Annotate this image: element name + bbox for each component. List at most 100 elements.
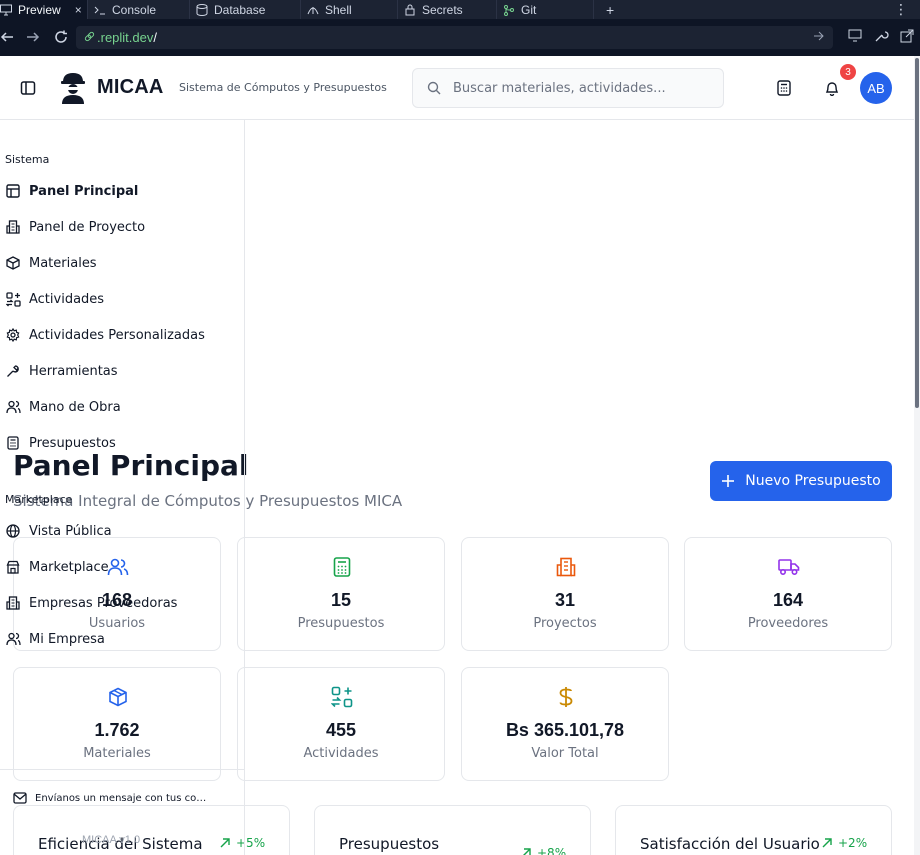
go-icon[interactable] xyxy=(813,30,825,45)
tab-console[interactable]: Console xyxy=(88,0,190,19)
sidebar-item-presupuestos[interactable]: Presupuestos xyxy=(5,431,116,455)
app-header: MICAA Sistema de Cómputos y Presupuestos… xyxy=(0,56,920,120)
sidebar-item-marketplace[interactable]: Marketplace xyxy=(5,555,109,579)
sidebar-item-mano-de-obra[interactable]: Mano de Obra xyxy=(5,395,121,419)
building-icon xyxy=(555,556,577,578)
notifications-button[interactable] xyxy=(822,78,842,98)
url-path: / xyxy=(153,30,157,45)
activity-grid-icon xyxy=(5,291,21,307)
url-field[interactable]: .replit.dev / xyxy=(76,26,833,49)
tab-preview[interactable]: Preview × xyxy=(0,0,88,19)
sidebar-item-label: Actividades xyxy=(29,291,105,307)
sidebar: Sistema Panel Principal Panel de Proyect… xyxy=(0,120,245,855)
sidebar-item-vista-publica[interactable]: Vista Pública xyxy=(5,519,112,543)
tab-label: Console xyxy=(112,2,157,17)
sidebar-item-materiales[interactable]: Materiales xyxy=(5,251,97,275)
app-subtitle: Sistema de Cómputos y Presupuestos xyxy=(179,81,387,94)
divider xyxy=(0,769,245,770)
reload-icon xyxy=(55,30,67,43)
trend-indicator: +2% xyxy=(822,836,867,850)
new-budget-button[interactable]: Nuevo Presupuesto xyxy=(710,461,892,501)
bell-icon xyxy=(825,82,839,96)
card-title: Satisfacción del Usuario xyxy=(640,835,820,853)
satisfaction-card: Satisfacción del Usuario +2% xyxy=(615,805,892,855)
users-icon xyxy=(5,399,21,415)
dollar-icon xyxy=(555,686,577,708)
sidebar-item-mi-empresa[interactable]: Mi Empresa xyxy=(5,627,105,651)
truck-icon xyxy=(778,556,800,578)
stat-card-total-value[interactable]: Bs 365.101,78 Valor Total xyxy=(461,667,669,781)
reload-button[interactable] xyxy=(48,24,74,50)
store-icon xyxy=(5,559,21,575)
arrow-left-icon xyxy=(0,32,13,42)
forward-button[interactable] xyxy=(20,24,46,50)
user-icon xyxy=(5,631,21,647)
feedback-text: Envíanos un mensaje con tus co… xyxy=(35,792,207,804)
sidebar-item-herramientas[interactable]: Herramientas xyxy=(5,359,118,383)
sidebar-item-label: Panel de Proyecto xyxy=(29,219,146,235)
sidebar-item-empresas-proveedoras[interactable]: Empresas Proveedoras xyxy=(5,591,177,615)
stat-label: Presupuestos xyxy=(297,616,385,631)
sidebar-item-actividades[interactable]: Actividades xyxy=(5,287,104,311)
url-tools xyxy=(848,29,916,48)
terminal-icon xyxy=(94,4,106,16)
tab-git[interactable]: Git xyxy=(497,0,594,19)
browser-tab-bar: Preview × Console Database Shell Secrets… xyxy=(0,0,920,19)
notification-badge: 3 xyxy=(840,64,856,80)
page-scrollbar[interactable] xyxy=(914,56,920,855)
stat-label: Actividades xyxy=(303,746,379,761)
plus-icon xyxy=(722,475,735,487)
tab-label: Shell xyxy=(325,2,352,17)
wrench-icon xyxy=(5,363,21,379)
building-icon xyxy=(5,219,21,235)
sidebar-item-label: Materiales xyxy=(29,255,97,271)
trend-up-icon xyxy=(523,848,531,855)
sidebar-item-actividades-personalizadas[interactable]: Actividades Personalizadas xyxy=(5,323,205,347)
package-icon xyxy=(5,255,21,271)
arrow-right-icon xyxy=(27,32,40,42)
sidebar-item-panel-proyecto[interactable]: Panel de Proyecto xyxy=(5,215,145,239)
close-icon[interactable]: × xyxy=(75,3,82,17)
tab-database[interactable]: Database xyxy=(190,0,301,19)
shell-icon xyxy=(307,4,319,16)
new-budget-label: Nuevo Presupuesto xyxy=(745,473,881,489)
link-icon xyxy=(84,30,95,45)
wrench-icon[interactable] xyxy=(874,29,890,48)
url-host: .replit.dev xyxy=(97,30,154,45)
tab-label: Database xyxy=(214,2,266,17)
devices-icon[interactable] xyxy=(848,29,864,48)
sidebar-item-panel-principal[interactable]: Panel Principal xyxy=(5,179,138,203)
search-bar[interactable] xyxy=(412,68,724,108)
stat-card-activities[interactable]: 455 Actividades xyxy=(237,667,445,781)
search-input[interactable] xyxy=(453,80,713,96)
worker-logo-icon xyxy=(57,71,89,105)
layout-icon xyxy=(5,183,21,199)
sidebar-item-label: Vista Pública xyxy=(29,523,112,539)
tab-shell[interactable]: Shell xyxy=(301,0,398,19)
monitor-icon xyxy=(0,4,12,16)
feedback-link[interactable]: Envíanos un mensaje con tus co… xyxy=(13,792,206,804)
external-link-icon[interactable] xyxy=(900,29,916,48)
new-tab-button[interactable]: + xyxy=(594,2,626,18)
stat-card-projects[interactable]: 31 Proyectos xyxy=(461,537,669,651)
activity-grid-icon xyxy=(331,686,353,708)
avatar[interactable]: AB xyxy=(860,72,892,104)
back-button[interactable] xyxy=(0,24,20,50)
card-title: Presupuestos xyxy=(339,835,440,853)
tab-label: Secrets xyxy=(422,2,463,17)
sidebar-section-system: Sistema xyxy=(5,153,50,166)
stat-card-suppliers[interactable]: 164 Proveedores xyxy=(684,537,892,651)
sidebar-item-label: Mi Empresa xyxy=(29,631,105,647)
sidebar-toggle-button[interactable] xyxy=(18,78,38,98)
scrollbar-thumb[interactable] xyxy=(915,58,919,408)
stat-label: Valor Total xyxy=(531,746,599,761)
calculator-icon xyxy=(5,435,21,451)
stat-card-budgets[interactable]: 15 Presupuestos xyxy=(237,537,445,651)
sidebar-item-label: Actividades Personalizadas xyxy=(29,327,205,343)
tab-secrets[interactable]: Secrets xyxy=(398,0,497,19)
sidebar-item-label: Mano de Obra xyxy=(29,399,121,415)
more-icon[interactable]: ⋮ xyxy=(894,1,920,18)
stat-value: Bs 365.101,78 xyxy=(505,720,625,740)
git-icon xyxy=(503,4,515,16)
calculator-button[interactable] xyxy=(774,78,794,98)
